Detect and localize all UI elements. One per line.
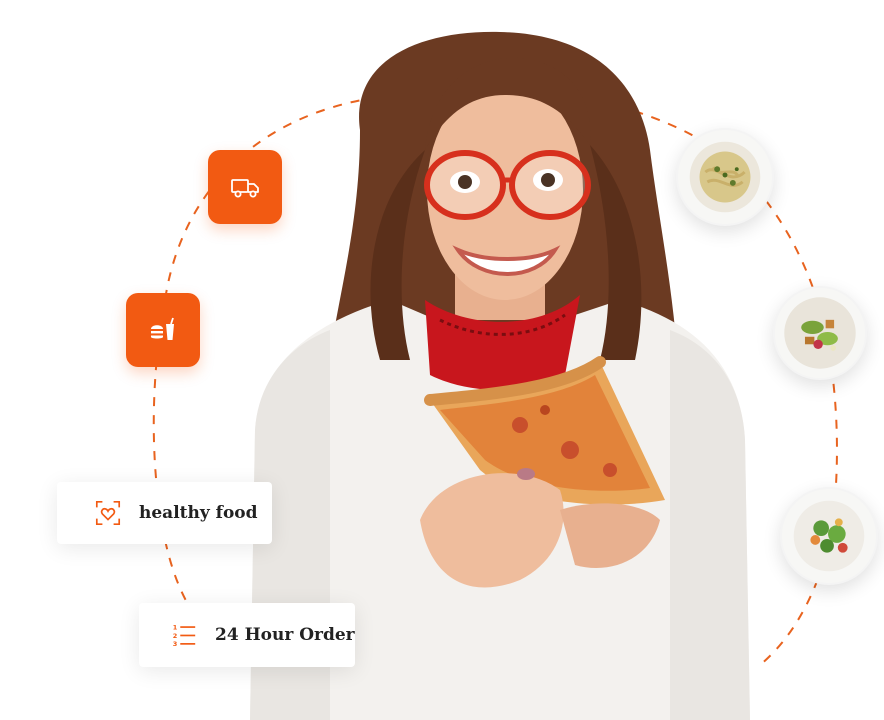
healthy-food-label: healthy food [139,503,258,523]
numbered-list-icon: 1 2 3 [169,620,199,650]
pasta-dish-image [676,128,774,226]
delivery-tile [208,150,282,224]
green-salad-dish-image [780,487,878,585]
hour-order-card: 1 2 3 24 Hour Order [139,603,355,667]
healthy-food-card: healthy food [57,482,272,544]
svg-text:2: 2 [173,632,178,640]
salad-dish-image [773,286,867,380]
fast-food-tile [126,293,200,367]
burger-drink-icon [151,317,174,340]
svg-text:3: 3 [173,640,178,648]
hour-order-label: 24 Hour Order [215,625,355,645]
delivery-truck-icon [231,179,259,198]
heart-scan-icon [93,498,123,528]
hero-stage: healthy food 1 2 3 24 Hour Order [0,0,884,720]
svg-text:1: 1 [173,623,178,631]
